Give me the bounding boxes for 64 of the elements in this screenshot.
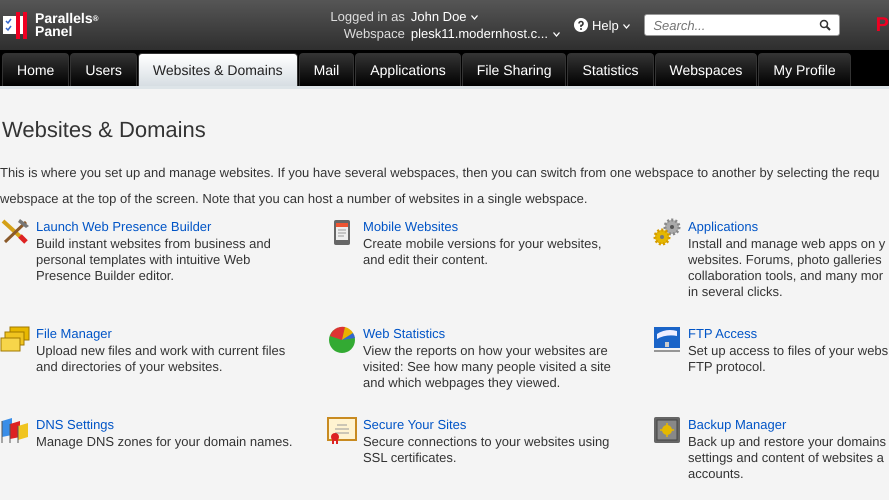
page-title: Websites & Domains <box>2 117 207 143</box>
webspace-label: Webspace <box>342 26 405 41</box>
monitor-icon <box>652 324 682 354</box>
safe-icon <box>652 415 682 445</box>
pie-chart-icon <box>327 324 357 354</box>
tool-description: Back up and restore your domains <box>688 434 886 450</box>
certificate-icon <box>327 415 357 445</box>
tool-description: and which webpages they viewed. <box>363 375 562 391</box>
tool-description: SSL certificates. <box>363 450 458 466</box>
tool-description: websites. Forums, photo galleries <box>688 252 883 268</box>
caret-icon <box>623 24 630 29</box>
intro-text: This is where you set up and manage websites. If you have several webspaces, then you can switch from one webspace to another by selecting the requ <box>0 165 880 181</box>
nav-tab[interactable]: My Profile <box>758 53 851 86</box>
gears-icon <box>652 217 682 247</box>
tool-description: settings and content of websites a <box>688 450 885 466</box>
flags-icon <box>0 415 30 445</box>
tool-description: Manage DNS zones for your domain names. <box>36 434 293 450</box>
tool-description: in several clicks. <box>688 284 784 300</box>
nav-tab[interactable]: File Sharing <box>462 53 566 86</box>
tool-description: Build instant websites from business and <box>36 236 271 252</box>
search-icon <box>819 19 832 31</box>
tool-description: FTP protocol. <box>688 359 767 375</box>
nav-tab[interactable]: Applications <box>355 53 461 86</box>
tool-link[interactable]: Launch Web Presence Builder <box>36 217 271 236</box>
tool-description: Set up access to files of your webs <box>688 343 888 359</box>
tool-link[interactable]: FTP Access <box>688 324 888 343</box>
tool-description: and directories of your websites. <box>36 359 224 375</box>
tool-description: View the reports on how your websites are <box>363 343 609 359</box>
tool-link[interactable]: Web Statistics <box>363 324 611 343</box>
intro-text: webspace at the top of the screen. Note that you can host a number of websites in a single webspace. <box>0 191 589 207</box>
caret-icon <box>552 32 560 38</box>
tool-link[interactable]: Applications <box>688 217 886 236</box>
nav-tab[interactable]: Webspaces <box>654 53 758 86</box>
nav-tab[interactable]: Websites & Domains <box>138 53 298 86</box>
logged-in-label: Logged in as <box>329 9 405 24</box>
tool-link[interactable]: File Manager <box>36 324 286 343</box>
tool-description: and edit their content. <box>363 252 490 268</box>
nav-tab[interactable]: Users <box>70 53 137 86</box>
nav-tab[interactable]: Home <box>2 53 70 86</box>
tool-description: visited: See how many people visited a site <box>363 359 611 375</box>
tool-link[interactable]: Backup Manager <box>688 415 886 434</box>
caret-icon <box>471 15 478 20</box>
tool-description: accounts. <box>688 466 745 482</box>
tool-description: Secure connections to your websites using <box>363 434 610 450</box>
tool-link[interactable]: Secure Your Sites <box>363 415 610 434</box>
tool-link[interactable]: Mobile Websites <box>363 217 602 236</box>
tool-description: Create mobile versions for your websites, <box>363 236 602 252</box>
tool-description: collaboration tools, and many mor <box>688 268 884 284</box>
help-icon <box>574 18 588 32</box>
logo-product: Panel <box>35 25 72 38</box>
corner-logo: P <box>876 14 889 36</box>
tool-description: personal templates with intuitive Web <box>36 252 252 268</box>
tool-description: Install and manage web apps on y <box>688 236 886 252</box>
search-field[interactable]: Search... <box>644 14 840 36</box>
folders-icon <box>0 324 30 354</box>
logo-brand: Parallels® <box>35 12 99 25</box>
user-menu[interactable]: John Doe <box>410 9 570 24</box>
tool-link[interactable]: DNS Settings <box>36 415 293 434</box>
help-menu[interactable]: Help <box>592 18 630 32</box>
nav-tab[interactable]: Mail <box>298 53 354 86</box>
tool-description: Upload new files and work with current files <box>36 343 286 359</box>
nav-tab[interactable]: Statistics <box>567 53 654 86</box>
tool-description: Presence Builder editor. <box>36 268 176 284</box>
webspace-menu[interactable]: plesk11.modernhost.c... <box>410 26 570 41</box>
